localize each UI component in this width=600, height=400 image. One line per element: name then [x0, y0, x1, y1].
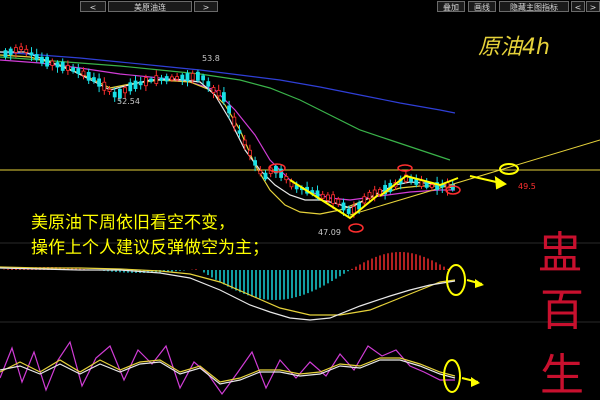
candle-body: [164, 76, 169, 82]
draw-line-button[interactable]: 画线: [468, 1, 496, 12]
candle-body: [206, 81, 211, 87]
candle-body: [409, 177, 414, 182]
candle-body: [71, 67, 75, 72]
candle-body: [341, 202, 346, 211]
price-label-target: 49.5: [518, 182, 536, 191]
candle-body: [133, 80, 138, 89]
chart-title: 原油4h: [478, 35, 550, 60]
candle-body: [169, 76, 174, 81]
candle-body: [351, 206, 356, 214]
candle-body: [429, 184, 434, 188]
watermark-char-1: 盅: [538, 228, 582, 279]
candle-body: [86, 71, 91, 81]
candle-body: [367, 191, 372, 199]
candle-body: [81, 70, 86, 76]
candle-body: [232, 116, 237, 127]
price-label-high: 53.8: [202, 54, 220, 63]
candle-body: [263, 172, 268, 180]
candle-body: [175, 76, 180, 80]
prev-symbol-button[interactable]: <: [80, 1, 106, 12]
candle-body: [149, 78, 154, 82]
candle-body: [185, 73, 190, 82]
symbol-display[interactable]: 美原油连: [108, 1, 192, 12]
overlay-button[interactable]: 叠加: [437, 1, 465, 12]
candle-body: [123, 87, 127, 94]
candle-body: [13, 47, 18, 53]
candle-body: [45, 56, 49, 67]
candle-body: [357, 202, 362, 210]
candle-body: [107, 88, 112, 92]
candle-body: [346, 208, 351, 214]
candle-body: [258, 170, 263, 175]
candle-body: [128, 82, 133, 92]
candle-body: [66, 65, 70, 71]
candle-body: [19, 46, 24, 50]
candle-body: [216, 89, 221, 97]
candle-body: [247, 149, 252, 156]
nav-left-button[interactable]: <: [571, 1, 585, 12]
candle-body: [154, 75, 159, 84]
candle-body: [242, 139, 247, 146]
candle-body: [180, 74, 185, 81]
hide-indicator-button[interactable]: 隐藏主图指标: [499, 1, 569, 12]
watermark-char-3: 生: [540, 350, 584, 400]
candle-body: [362, 196, 367, 204]
toolbar: < 美原油连 > 叠加 画线 隐藏主图指标 < >: [0, 0, 600, 14]
candle-body: [24, 48, 29, 53]
candle-body: [190, 73, 195, 81]
candle-body: [320, 193, 325, 199]
candle-body: [97, 78, 101, 87]
price-chart: 53.8 52.54 47.09 49.5 原油4h 美原油下周依旧看空不变， …: [0, 0, 600, 400]
candle-body: [211, 87, 216, 93]
candle-body: [3, 50, 8, 57]
candle-body: [284, 176, 289, 181]
candle-body: [336, 198, 341, 205]
candle-body: [40, 56, 44, 64]
price-label-low: 47.09: [318, 228, 341, 237]
candle-body: [112, 91, 117, 98]
candle-body: [76, 68, 81, 74]
candle-body: [201, 75, 206, 81]
candle-body: [50, 60, 55, 66]
candle-body: [227, 105, 232, 114]
candle-body: [143, 77, 148, 87]
price-label-mid: 52.54: [117, 97, 140, 106]
candle-body: [377, 189, 382, 195]
candle-body: [195, 71, 200, 81]
candle-body: [55, 62, 60, 68]
candle-body: [8, 48, 13, 55]
candle-body: [221, 92, 226, 102]
candle-body: [325, 194, 330, 201]
candle-body: [34, 54, 39, 61]
candle-body: [92, 77, 96, 82]
commentary-line-2: 操作上个人建议反弹做空为主；: [31, 238, 269, 258]
commentary-line-1: 美原油下周依旧看空不变，: [31, 213, 235, 233]
candle-body: [237, 130, 242, 134]
candle-body: [102, 81, 107, 91]
candle-body: [138, 81, 143, 86]
candle-body: [60, 61, 65, 71]
next-symbol-button[interactable]: >: [194, 1, 218, 12]
nav-right-button[interactable]: >: [586, 1, 600, 12]
candle-body: [159, 77, 164, 81]
candle-body: [331, 194, 336, 204]
candle-body: [29, 52, 34, 56]
candle-body: [253, 160, 258, 166]
watermark-char-2: 百: [540, 285, 584, 336]
